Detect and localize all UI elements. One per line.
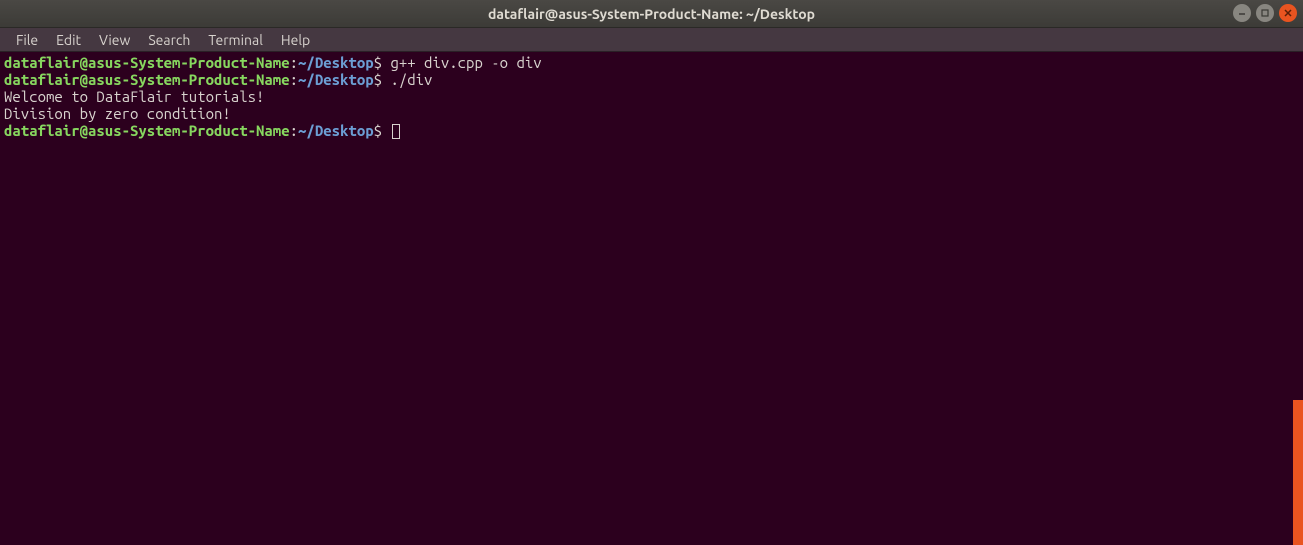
close-icon	[1283, 8, 1293, 18]
close-button[interactable]	[1279, 4, 1297, 22]
menu-search[interactable]: Search	[140, 30, 198, 50]
prompt-colon: :	[290, 71, 298, 88]
maximize-icon	[1260, 8, 1270, 18]
menu-view[interactable]: View	[91, 30, 138, 50]
prompt-colon: :	[290, 54, 298, 71]
window-title: dataflair@asus-System-Product-Name: ~/De…	[488, 6, 815, 22]
prompt-user-host: dataflair@asus-System-Product-Name	[4, 122, 290, 139]
terminal-output: Division by zero condition!	[4, 105, 1299, 122]
prompt-slash: /	[306, 71, 314, 88]
window-titlebar: dataflair@asus-System-Product-Name: ~/De…	[0, 0, 1303, 28]
menu-terminal[interactable]: Terminal	[200, 30, 271, 50]
window-controls	[1233, 4, 1297, 22]
menubar: File Edit View Search Terminal Help	[0, 28, 1303, 52]
maximize-button[interactable]	[1256, 4, 1274, 22]
terminal-line: dataflair@asus-System-Product-Name:~/Des…	[4, 71, 1299, 88]
menu-edit[interactable]: Edit	[48, 30, 89, 50]
terminal-line: dataflair@asus-System-Product-Name:~/Des…	[4, 54, 1299, 71]
menu-help[interactable]: Help	[273, 30, 318, 50]
prompt-dollar: $	[374, 122, 382, 139]
minimize-icon	[1237, 8, 1247, 18]
prompt-dir: Desktop	[315, 71, 374, 88]
prompt-dollar: $	[374, 71, 382, 88]
command-text: ./div	[382, 71, 432, 88]
prompt-dollar: $	[374, 54, 382, 71]
prompt-user-host: dataflair@asus-System-Product-Name	[4, 54, 290, 71]
prompt-colon: :	[290, 122, 298, 139]
scrollbar[interactable]	[1293, 400, 1303, 545]
prompt-slash: /	[306, 122, 314, 139]
prompt-dir: Desktop	[315, 54, 374, 71]
prompt-slash: /	[306, 54, 314, 71]
terminal-output: Welcome to DataFlair tutorials!	[4, 88, 1299, 105]
command-text	[382, 122, 390, 139]
minimize-button[interactable]	[1233, 4, 1251, 22]
cursor-icon	[392, 124, 400, 139]
prompt-dir: Desktop	[315, 122, 374, 139]
terminal-line: dataflair@asus-System-Product-Name:~/Des…	[4, 122, 1299, 139]
terminal-body[interactable]: dataflair@asus-System-Product-Name:~/Des…	[0, 52, 1303, 545]
prompt-user-host: dataflair@asus-System-Product-Name	[4, 71, 290, 88]
command-text: g++ div.cpp -o div	[382, 54, 542, 71]
menu-file[interactable]: File	[8, 30, 46, 50]
